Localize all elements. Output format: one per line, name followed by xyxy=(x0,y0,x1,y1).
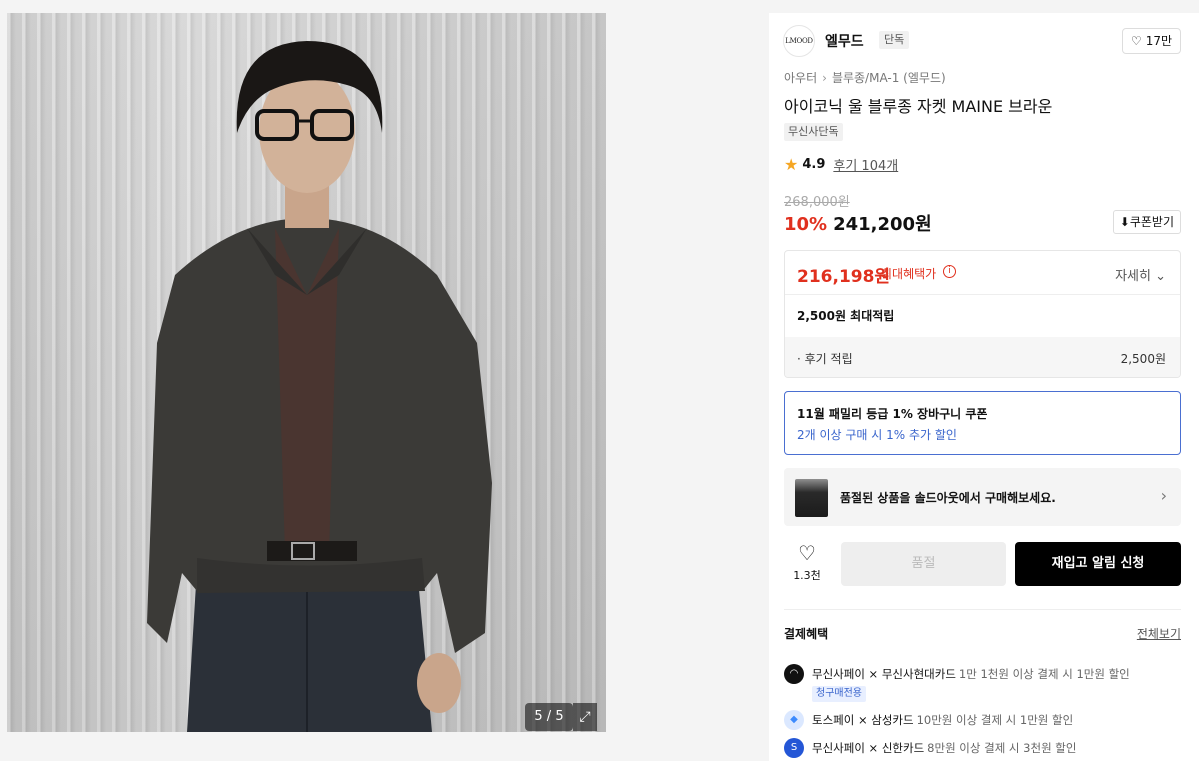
payment-benefit-name: 무신사페이 × 무신사현대카드 xyxy=(812,667,956,681)
payment-benefit-chip: 청구매전용 xyxy=(812,686,866,702)
payment-benefit-desc: 1만 1천원 이상 결제 시 1만원 할인 xyxy=(958,667,1130,681)
expand-icon[interactable]: ⤢ xyxy=(573,703,597,731)
coupon-button[interactable]: ⬇쿠폰받기 xyxy=(1112,210,1181,234)
discount-rate: 10% xyxy=(784,214,828,235)
brand-badge: 단독 xyxy=(879,31,910,49)
brand-like-count: 17만 xyxy=(1145,34,1172,48)
breadcrumb-item[interactable]: 아우터 xyxy=(784,71,817,85)
payment-benefits-title: 결제혜택 xyxy=(784,627,829,641)
max-benefit-label: 최대혜택가 xyxy=(881,267,937,281)
brand-row: LMOOD 엘무드 단독 ♡ 17만 xyxy=(783,25,1181,57)
image-counter: 5 / 5 xyxy=(525,703,573,731)
payment-benefit-name: 토스페이 × 삼성카드 xyxy=(812,713,914,727)
review-link[interactable]: 후기 104개 xyxy=(833,155,898,174)
payment-benefit-desc: 8만원 이상 결제 시 3천원 할인 xyxy=(927,741,1077,755)
review-points-label: · 후기 적립 xyxy=(797,352,853,366)
max-points: 2,500원 최대적립 xyxy=(797,309,895,323)
wishlist-button[interactable]: ♡ 1.3천 xyxy=(784,542,830,583)
soldout-button: 품절 xyxy=(841,542,1006,586)
payment-benefit-desc: 10만원 이상 결제 시 1만원 할인 xyxy=(916,713,1074,727)
musinsa-pay-icon: ◠ xyxy=(784,664,804,684)
breadcrumb: 아우터 › 블루종/MA-1 (엘무드) xyxy=(784,69,946,86)
rating: ★ 4.9 후기 104개 xyxy=(784,155,898,174)
max-benefit-box: 216,198원 최대혜택가 i 자세히 ⌄ 2,500원 최대적립 · 후기 … xyxy=(784,250,1181,378)
brand-logo[interactable]: LMOOD xyxy=(783,25,815,57)
product-image[interactable]: 5 / 5 ⤢ xyxy=(7,13,606,732)
payment-benefit-name: 무신사페이 × 신한카드 xyxy=(812,741,925,755)
heart-icon: ♡ xyxy=(798,541,816,565)
info-icon[interactable]: i xyxy=(943,265,956,278)
wishlist-count: 1.3천 xyxy=(793,569,821,582)
soldout-banner-text: 품절된 상품을 솔드아웃에서 구매해보세요. xyxy=(840,491,1056,505)
coupon-banner-subtitle: 2개 이상 구매 시 1% 추가 할인 xyxy=(797,428,957,442)
payment-view-all-link[interactable]: 전체보기 xyxy=(1137,625,1181,642)
product-info-panel: LMOOD 엘무드 단독 ♡ 17만 아우터 › 블루종/MA-1 (엘무드) 아이… xyxy=(769,13,1199,761)
exclusive-tag: 무신사단독 xyxy=(784,123,843,141)
soldout-thumbnail xyxy=(795,479,828,517)
product-title: 아이코닉 울 블루종 자켓 MAINE 브라운 xyxy=(784,97,1053,116)
chevron-right-icon: › xyxy=(1160,486,1167,505)
sale-price: 241,200원 xyxy=(833,214,932,235)
chevron-right-icon: › xyxy=(822,71,827,85)
model-figure xyxy=(147,41,492,732)
soldout-banner[interactable]: 품절된 상품을 솔드아웃에서 구매해보세요. › xyxy=(784,468,1181,526)
points-breakdown: · 후기 적립 2,500원 xyxy=(785,337,1180,377)
coupon-banner-title: 11월 패밀리 등급 1% 장바구니 쿠폰 xyxy=(797,407,988,421)
star-icon: ★ xyxy=(784,155,799,174)
benefit-detail-link[interactable]: 자세히 ⌄ xyxy=(1115,265,1166,284)
heart-icon: ♡ xyxy=(1130,34,1142,48)
rating-score: 4.9 xyxy=(802,157,826,172)
cart-coupon-banner[interactable]: 11월 패밀리 등급 1% 장바구니 쿠폰 2개 이상 구매 시 1% 추가 할… xyxy=(784,391,1181,455)
toss-pay-icon: ◆ xyxy=(784,710,804,730)
chevron-down-icon: ⌄ xyxy=(1155,269,1166,284)
action-row: ♡ 1.3천 품절 재입고 알림 신청 xyxy=(784,542,1181,586)
original-price: 268,000원 xyxy=(784,195,850,210)
breadcrumb-item[interactable]: 블루종/MA-1 (엘무드) xyxy=(832,71,946,85)
shinhan-card-icon: S xyxy=(784,738,804,758)
brand-name[interactable]: 엘무드 xyxy=(825,31,864,51)
download-icon: ⬇ xyxy=(1119,215,1130,229)
max-benefit-price: 216,198원 xyxy=(797,267,891,287)
sale-price-row: 10% 241,200원 xyxy=(784,210,932,236)
brand-like-button[interactable]: ♡ 17만 xyxy=(1121,28,1181,54)
restock-alert-button[interactable]: 재입고 알림 신청 xyxy=(1015,542,1181,586)
review-points-value: 2,500원 xyxy=(1120,352,1166,366)
